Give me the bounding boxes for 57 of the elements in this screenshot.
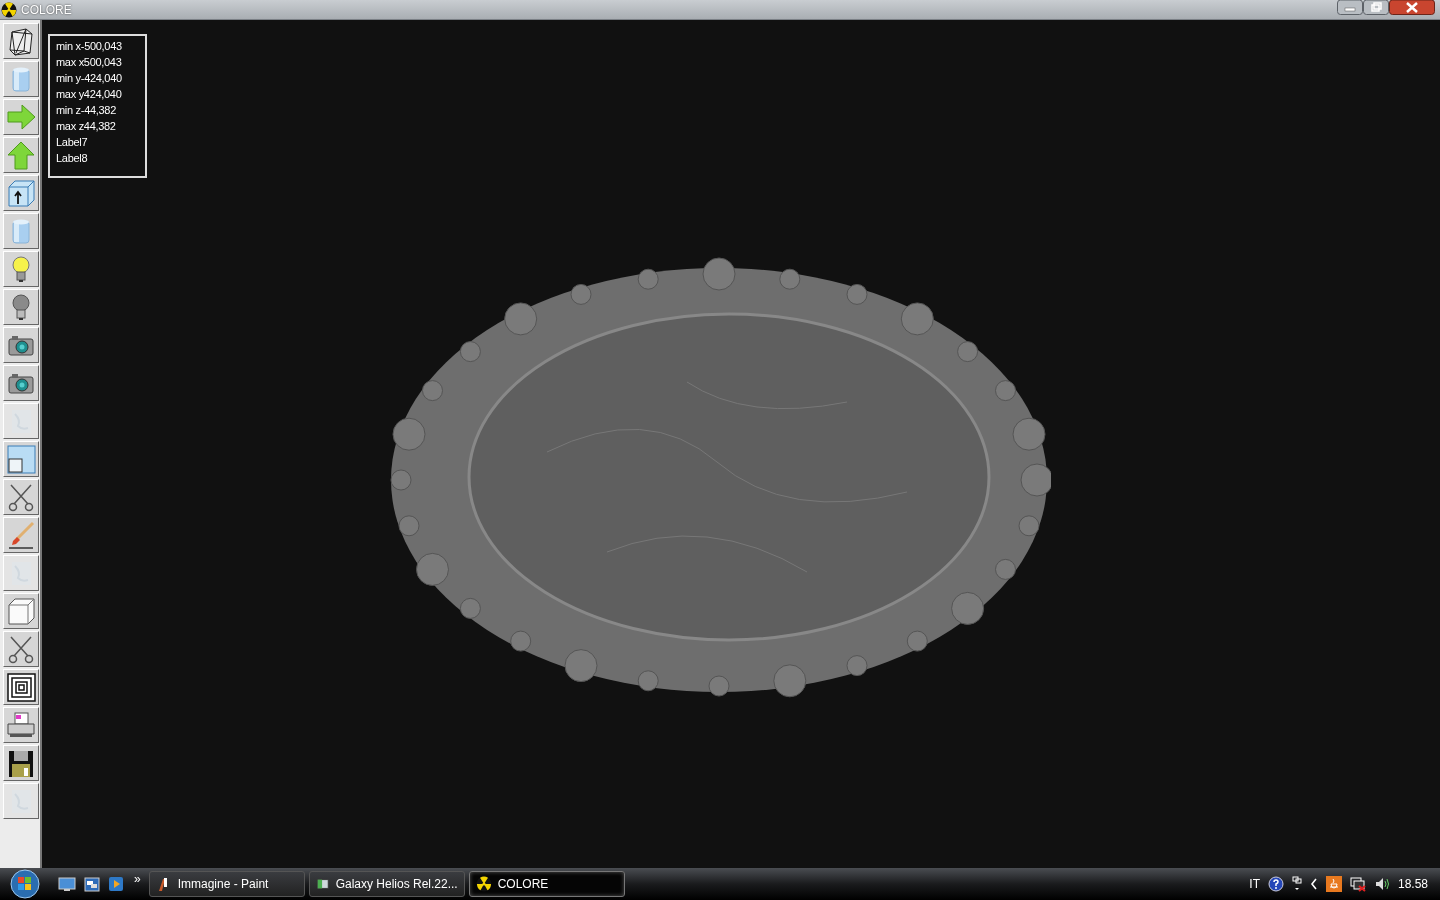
windows-switch-icon[interactable] [84,876,100,892]
close-button[interactable] [1389,0,1435,15]
radiation-app-icon [475,876,492,892]
up-arrow-icon [7,141,35,170]
cylinder-icon [12,67,30,92]
window-title: COLORE [21,2,73,17]
window-app-icon [315,876,330,892]
scissors-icon [8,636,34,664]
desktop-icon[interactable] [58,876,76,892]
bounds-label: min x-500,043 [56,39,123,54]
window-arrange-icon[interactable] [1291,876,1302,892]
tool-button[interactable] [3,365,39,401]
window-resize-icon [7,445,36,474]
tool-button[interactable] [3,517,39,553]
cylinder-icon [12,219,30,244]
tool-button[interactable] [3,631,39,667]
speaker-icon[interactable] [1373,876,1390,892]
taskbar-button[interactable]: Galaxy Helios Rel.22... [308,871,465,897]
network-disconnected-icon[interactable] [1349,876,1366,892]
tool-button[interactable] [3,707,39,743]
bounds-label: max z44,382 [56,119,117,134]
tool-button[interactable] [3,327,39,363]
app-icon [1,1,17,18]
clock: 18.58 [1397,877,1428,891]
minimize-button[interactable] [1337,0,1363,15]
media-player-icon[interactable] [108,876,124,892]
tool-button[interactable] [3,175,39,211]
bounds-label: Label7 [56,135,89,150]
tool-button[interactable] [3,479,39,515]
bounds-label: min z-44,382 [56,103,117,118]
light-bulb-icon [12,256,30,282]
coffee-cup-icon[interactable] [1325,876,1342,892]
paintbrush-icon [8,521,35,549]
taskbar-button[interactable]: Immagine - Paint [148,871,305,897]
concentric-squares-icon [7,673,36,702]
taskbar-button[interactable]: COLORE [468,871,625,897]
wireframe-box-icon [9,28,33,56]
bounds-label: max y424,040 [56,87,123,102]
bounds-label: min y-424,040 [56,71,123,86]
tool-button[interactable] [3,669,39,705]
camera-icon [8,374,34,394]
language-indicator[interactable]: IT [1249,877,1260,891]
bounds-label: Label8 [56,151,89,166]
tool-button[interactable] [3,745,39,781]
printer-icon [7,712,35,737]
help-icon[interactable] [1267,876,1284,892]
cube-icon [8,598,35,625]
right-arrow-icon [7,104,36,130]
camera-icon [8,336,34,356]
restore-button[interactable] [1363,0,1389,15]
bounds-label: max x500,043 [56,55,123,70]
scissors-icon [8,484,34,512]
chevron-left-icon[interactable] [1309,878,1318,890]
cube-with-arrow-icon [8,180,35,207]
light-bulb-icon [12,294,30,320]
more-shortcuts-chevron[interactable]: » [134,872,141,886]
tool-button[interactable] [3,23,39,59]
